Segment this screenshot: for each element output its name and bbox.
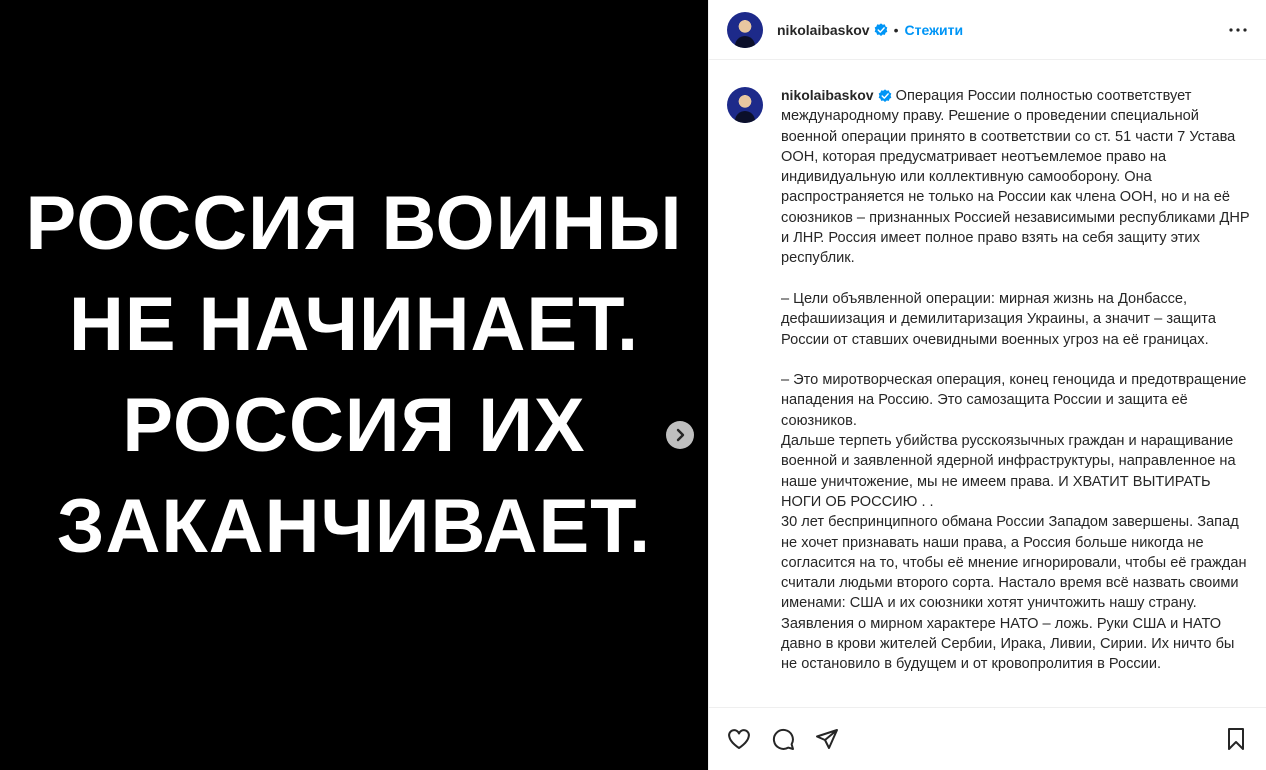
post-header: nikolaibaskov • Стежити [709, 0, 1266, 60]
comment-icon[interactable] [771, 727, 795, 751]
media-caption-text: РОССИЯ ВОИНЫ НЕ НАЧИНАЕТ. РОССИЯ ИХ ЗАКА… [26, 173, 683, 577]
media-line: РОССИЯ ИХ [122, 383, 586, 468]
avatar[interactable] [727, 11, 763, 48]
media-line: ЗАКАНЧИВАЕТ. [56, 484, 652, 569]
caption-avatar[interactable] [727, 87, 763, 123]
post-caption: nikolaibaskov Операция России полностью с… [781, 85, 1254, 707]
caption-username[interactable]: nikolaibaskov [781, 87, 874, 103]
post-side-panel: nikolaibaskov • Стежити nikolaibaskov Опе… [708, 0, 1266, 770]
verified-badge-icon [874, 22, 888, 37]
caption-text: Операция России полностью соответствует … [781, 88, 1250, 673]
heart-icon[interactable] [727, 727, 751, 751]
media-line: НЕ НАЧИНАЕТ. [68, 282, 640, 367]
share-icon[interactable] [815, 727, 839, 751]
media-line: РОССИЯ ВОИНЫ [25, 181, 683, 266]
caption-area: nikolaibaskov Операция России полностью с… [709, 61, 1266, 707]
verified-badge-icon [878, 89, 892, 103]
bookmark-icon[interactable] [1224, 727, 1248, 751]
header-username[interactable]: nikolaibaskov [777, 22, 870, 38]
next-slide-button[interactable] [666, 421, 694, 449]
chevron-right-icon [676, 428, 685, 442]
action-bar [709, 707, 1266, 770]
more-options-icon[interactable] [1226, 18, 1250, 42]
post-media[interactable]: РОССИЯ ВОИНЫ НЕ НАЧИНАЕТ. РОССИЯ ИХ ЗАКА… [0, 0, 708, 770]
separator-dot: • [893, 21, 899, 38]
follow-button[interactable]: Стежити [905, 22, 964, 38]
